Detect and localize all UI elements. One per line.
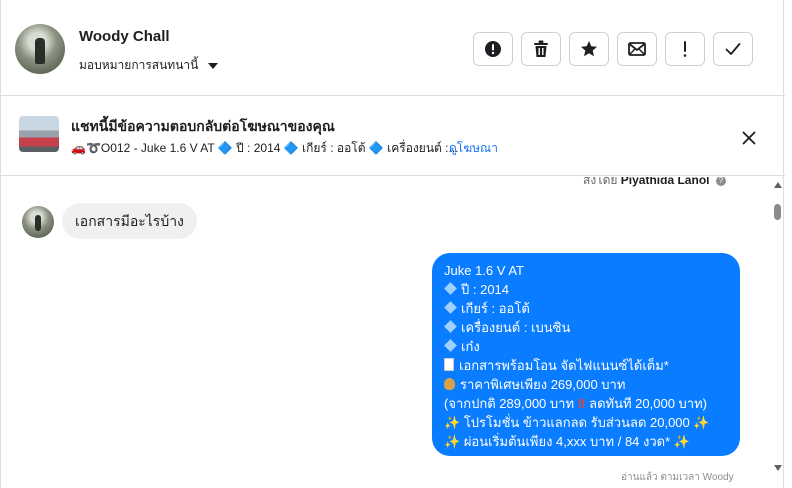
sender-name: Piyathida Lanol [620,177,710,187]
ad-thumbnail[interactable] [19,116,59,152]
sent-by-label: ส่งโดย Piyathida Lanol ? [583,177,726,190]
info-icon[interactable]: ? [715,177,726,186]
sparkles-icon: ✨ [693,415,710,430]
mark-done-button[interactable] [713,32,753,66]
blue-diamond-icon [444,320,457,333]
close-icon [742,131,756,145]
assign-conversation-dropdown[interactable]: มอบหมายการสนทนานี้ [79,56,219,75]
ad-reply-banner: แชทนี้มีข้อความตอบกลับต่อโฆษณาของคุณ 🚗➰O… [1,96,785,176]
message-line: เก๋ง [444,337,730,356]
sparkles-icon: ✨ [673,434,690,449]
view-ad-link[interactable]: ดูโฆษณา [449,139,498,158]
header-actions [473,32,753,66]
document-icon [444,358,454,371]
message-line: เกียร์ : ออโต้ [444,299,730,318]
banner-title: แชทนี้มีข้อความตอบกลับต่อโฆษณาของคุณ [71,118,335,134]
blue-diamond-icon [444,282,457,295]
message-line: ✨ ผ่อนเริ่มต้นเพียง 4,xxx บาท / 84 งวด* … [444,434,690,449]
message-line: เอกสารพร้อมโอน จัดไฟแนนซ์ได้เต็ม* [444,356,730,375]
envelope-icon [628,42,646,56]
star-icon [581,41,597,57]
money-bag-icon [444,378,455,390]
sparkles-icon: ✨ [444,415,461,430]
trash-icon [534,40,548,57]
conversation-header: Woody Chall มอบหมายการสนทนานี้ [1,0,785,96]
read-receipt: อ่านแล้ว ตามเวลา Woody [621,472,734,483]
blue-diamond-icon [444,301,457,314]
scrollbar-thumb[interactable] [774,204,781,220]
double-exclamation-icon: ‼ [577,396,586,411]
contact-name[interactable]: Woody Chall [79,28,170,45]
star-button[interactable] [569,32,609,66]
scroll-up-arrow-icon[interactable] [774,182,782,188]
caret-down-icon [208,62,219,69]
message-line: ปี : 2014 [444,280,730,299]
message-line: เครื่องยนต์ : เบนซิน [444,318,730,337]
message-line: Juke 1.6 V AT [444,263,524,278]
contact-avatar-small[interactable] [22,206,54,238]
message-thread: ส่งโดย Piyathida Lanol ? เอกสารมีอะไรบ้า… [1,177,771,488]
incoming-message[interactable]: เอกสารมีอะไรบ้าง [62,203,197,239]
message-line: ✨ โปรโมชั่น ข้าวแลกลด รับส่วนลด 20,000 ✨ [444,415,710,430]
banner-ad-summary: 🚗➰O012 - Juke 1.6 V AT 🔷 ปี : 2014 🔷 เกี… [71,141,459,155]
check-icon [725,43,741,55]
assign-label: มอบหมายการสนทนานี้ [79,58,199,72]
delete-button[interactable] [521,32,561,66]
thread-scrollbar[interactable] [771,177,785,488]
outgoing-message[interactable]: Juke 1.6 V AT ปี : 2014 เกียร์ : ออโต้ เ… [432,253,740,456]
follow-up-button[interactable] [665,32,705,66]
mark-spam-button[interactable] [473,32,513,66]
alert-circle-icon [485,41,501,57]
contact-avatar[interactable] [15,24,65,74]
scroll-down-arrow-icon[interactable] [774,465,782,471]
message-line: (จากปกติ 289,000 บาท ‼ ลดทันที 20,000 บา… [444,396,708,411]
message-line: ราคาพิเศษเพียง 269,000 บาท [444,375,730,394]
sparkles-icon: ✨ [444,434,461,449]
mark-unread-button[interactable] [617,32,657,66]
exclamation-icon [683,41,687,57]
close-banner-button[interactable] [737,126,761,150]
sent-by-prefix: ส่งโดย [583,177,618,187]
conversation-panel: Woody Chall มอบหมายการสนทนานี้ แชทนี้มีข… [0,0,785,488]
blue-diamond-icon [444,339,457,352]
